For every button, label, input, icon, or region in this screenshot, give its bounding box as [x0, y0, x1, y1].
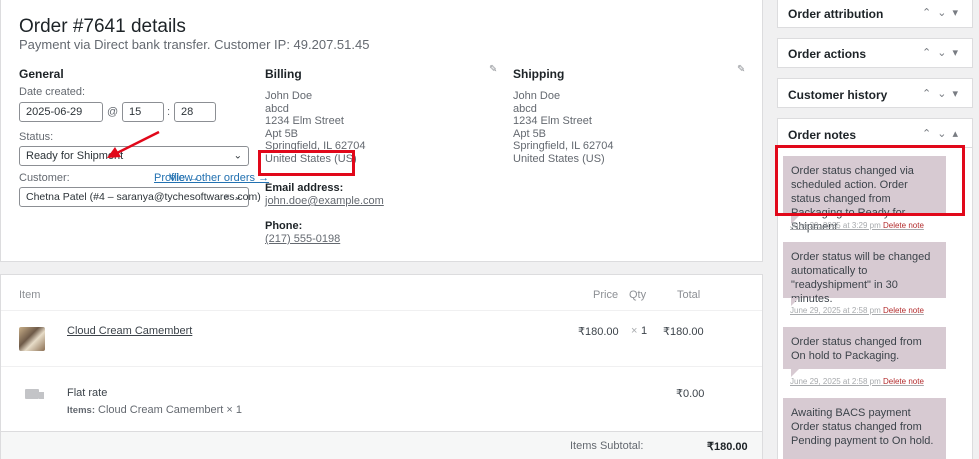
shipping-city: Springfield, IL 62704 [513, 140, 614, 152]
shipping-items-label: Items: [67, 405, 95, 416]
email-link[interactable]: john.doe@example.com [265, 195, 384, 208]
view-other-orders-link[interactable]: View other orders → [169, 172, 269, 184]
phone-link[interactable]: (217) 555-0198 [265, 233, 340, 246]
col-total-header: Total [677, 289, 701, 301]
order-details-panel: Order #7641 details Payment via Direct b… [0, 0, 763, 262]
subtotal-label: Items Subtotal: [570, 440, 644, 452]
note-meta: June 29, 2025 at 2:58 pm Delete note [790, 377, 924, 386]
shipping-total: ₹0.00 [676, 388, 705, 400]
product-link[interactable]: Cloud Cream Camembert [67, 325, 192, 337]
date-created-value: 2025-06-29 [26, 106, 83, 118]
minute-input[interactable]: 28 [174, 102, 216, 122]
status-label: Status: [19, 131, 54, 143]
subtotal-value: ₹180.00 [707, 441, 748, 453]
product-thumbnail [19, 327, 45, 351]
order-note: Awaiting BACS payment Order status chang… [783, 398, 946, 459]
order-attribution-box[interactable]: Order attribution ⌃⌄▾ [777, 0, 973, 28]
order-actions-box[interactable]: Order actions ⌃⌄▾ [777, 38, 973, 68]
hour-value: 15 [129, 106, 142, 118]
order-attribution-title: Order attribution [788, 7, 884, 21]
customer-history-title: Customer history [788, 88, 888, 102]
billing-company: abcd [265, 102, 289, 115]
shipping-name: John Doe [513, 90, 561, 102]
product-total: ₹180.00 [663, 326, 704, 338]
product-qty: 1 [641, 325, 648, 337]
order-actions-title: Order actions [788, 47, 867, 61]
pencil-icon[interactable]: ✎ [737, 64, 745, 75]
customer-select[interactable]: Chetna Patel (#4 – saranya@tychesoftware… [19, 187, 261, 207]
delete-note-link[interactable]: Delete note [883, 221, 924, 230]
shipping-address2: Apt 5B [513, 127, 547, 140]
clear-icon[interactable]: × [224, 192, 230, 203]
col-price-header: Price [593, 289, 619, 301]
order-subtitle: Payment via Direct bank transfer. Custom… [19, 37, 370, 52]
note-date: June 29, 2025 at 3:29 pm [790, 221, 881, 230]
note-meta: June 29, 2025 at 3:29 pm Delete note [790, 221, 924, 230]
box-controls-icon[interactable]: ⌃⌄▾ [922, 46, 964, 59]
shipping-items-value: Cloud Cream Camembert × 1 [98, 404, 242, 416]
hour-input[interactable]: 15 [122, 102, 164, 122]
billing-name: John Doe [265, 90, 313, 102]
order-items-panel: Item Price Qty Total Cloud Cream Camembe… [0, 274, 763, 459]
billing-address1: 1234 Elm Street [265, 115, 344, 127]
shipping-row: Flat rate Items: Cloud Cream Camembert ×… [1, 373, 762, 423]
time-separator: : [167, 106, 171, 118]
shipping-address1: 1234 Elm Street [513, 115, 592, 127]
order-note: Order status will be changed automatical… [783, 242, 946, 306]
chevron-down-icon: ⌄ [233, 191, 242, 203]
billing-heading: Billing [265, 67, 302, 81]
box-controls-icon[interactable]: ⌃⌄▾ [922, 87, 964, 100]
minute-value: 28 [181, 106, 194, 118]
order-note: Order status changed from On hold to Pac… [783, 327, 946, 377]
date-created-input[interactable]: 2025-06-29 [19, 102, 103, 122]
items-table-header: Item Price Qty Total [1, 275, 762, 311]
general-heading: General [19, 67, 64, 81]
highlight-box-country [258, 150, 355, 176]
at-symbol: @ [107, 106, 119, 118]
pencil-icon[interactable]: ✎ [489, 64, 497, 75]
box-controls-icon[interactable]: ⌃⌄▴ [922, 127, 964, 140]
note-date: June 29, 2025 at 2:58 pm [790, 306, 881, 315]
phone-label: Phone: [265, 220, 303, 232]
truck-icon [25, 389, 44, 399]
shipping-method-name: Flat rate [67, 387, 108, 399]
totals-row: Items Subtotal: ₹180.00 [1, 431, 762, 459]
highlight-box-note [775, 145, 965, 216]
note-meta: June 29, 2025 at 2:58 pm Delete note [790, 306, 924, 315]
shipping-company: abcd [513, 102, 537, 115]
note-date: June 29, 2025 at 2:58 pm [790, 377, 881, 386]
delete-note-link[interactable]: Delete note [883, 306, 924, 315]
shipping-address: John Doe abcd 1234 Elm Street Apt 5B Spr… [513, 90, 614, 165]
shipping-heading: Shipping [513, 67, 565, 81]
customer-label: Customer: [19, 172, 70, 184]
chevron-down-icon: ⌄ [233, 150, 242, 162]
date-created-label: Date created: [19, 86, 86, 98]
shipping-country: United States (US) [513, 152, 605, 165]
billing-address2: Apt 5B [265, 127, 299, 140]
qty-x: × [631, 325, 638, 337]
col-item-header: Item [19, 289, 41, 301]
product-price: ₹180.00 [578, 326, 619, 338]
customer-history-box[interactable]: Customer history ⌃⌄▾ [777, 78, 973, 108]
table-row: Cloud Cream Camembert ₹180.00 × 1 ₹180.0… [1, 311, 762, 367]
order-notes-title: Order notes [788, 128, 857, 142]
delete-note-link[interactable]: Delete note [883, 377, 924, 386]
order-title: Order #7641 details [19, 16, 186, 37]
email-label: Email address: [265, 182, 344, 194]
box-controls-icon[interactable]: ⌃⌄▾ [922, 6, 964, 19]
col-qty-header: Qty [629, 289, 647, 301]
annotation-arrow-icon [107, 130, 160, 158]
